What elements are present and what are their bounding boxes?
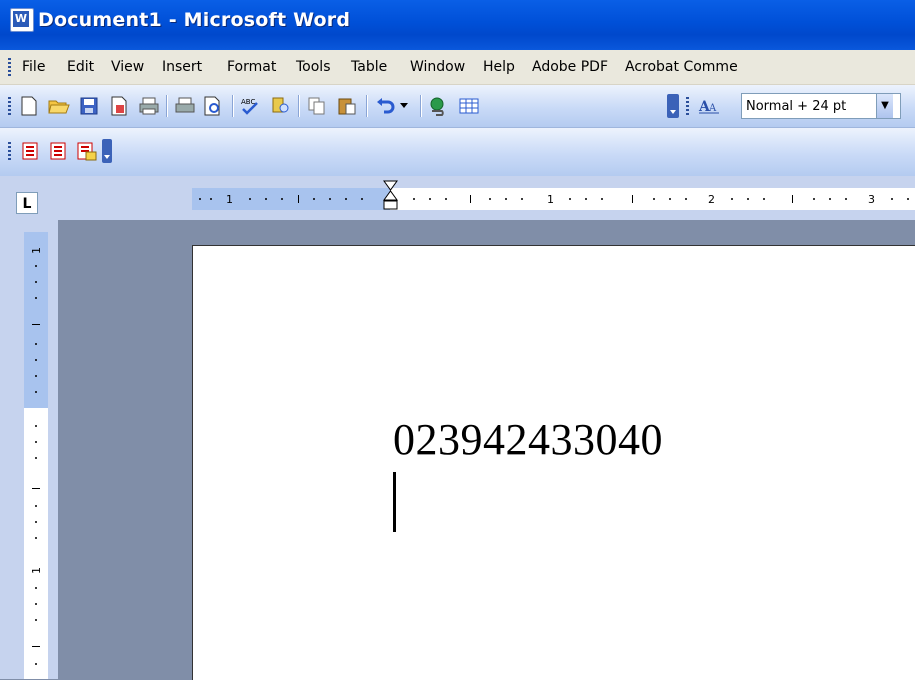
menu-tools[interactable]: Tools	[296, 59, 331, 75]
menu-acrobat-comments[interactable]: Acrobat Comme	[625, 59, 738, 75]
text-cursor	[393, 472, 396, 532]
window-title: Document1 - Microsoft Word	[38, 9, 351, 31]
standard-toolbar: ABC AA Normal + 24 pt ▼	[0, 85, 915, 128]
vruler-label: 1	[30, 567, 43, 574]
ruler-label: 2	[708, 193, 715, 206]
print-icon[interactable]	[136, 93, 162, 119]
toolbar-separator	[298, 95, 299, 117]
title-bar[interactable]: W Document1 - Microsoft Word	[0, 0, 915, 50]
styles-and-formatting-icon[interactable]: AA	[696, 93, 722, 119]
ruler-label: 1	[547, 193, 554, 206]
menu-edit[interactable]: Edit	[67, 59, 94, 75]
indent-marker-icon[interactable]	[383, 180, 399, 220]
insert-table-icon[interactable]	[456, 93, 482, 119]
style-select-value: Normal + 24 pt	[746, 99, 847, 114]
menu-file[interactable]: File	[22, 59, 45, 75]
svg-text:A: A	[708, 103, 717, 114]
menubar-grip-icon[interactable]	[8, 58, 11, 76]
vruler-label: 1	[30, 247, 43, 254]
pdf-toolbar	[0, 128, 915, 177]
menu-adobe-pdf[interactable]: Adobe PDF	[532, 59, 608, 75]
paste-icon[interactable]	[334, 93, 360, 119]
document-page[interactable]: 023942433040	[192, 245, 915, 680]
ruler-label: 3	[868, 193, 875, 206]
undo-icon[interactable]	[372, 93, 398, 119]
convert-and-review-icon[interactable]	[74, 138, 100, 164]
menu-insert[interactable]: Insert	[162, 59, 202, 75]
copy-icon[interactable]	[304, 93, 330, 119]
research-icon[interactable]	[268, 93, 294, 119]
vertical-ruler[interactable]: 1 1	[24, 232, 48, 679]
spelling-icon[interactable]: ABC	[238, 93, 264, 119]
new-icon[interactable]	[16, 93, 42, 119]
toolbar-separator	[232, 95, 233, 117]
menu-bar: File Edit View Insert Format Tools Table…	[0, 50, 915, 85]
format-toolbar-grip-icon[interactable]	[686, 97, 689, 115]
menu-format[interactable]: Format	[227, 59, 276, 75]
pdf-toolbar-options-icon[interactable]	[100, 138, 114, 164]
save-icon[interactable]	[76, 93, 102, 119]
toolbar-separator	[166, 95, 167, 117]
convert-to-pdf-icon[interactable]	[18, 138, 44, 164]
horizontal-ruler[interactable]: 1 1 2 3	[192, 188, 915, 210]
menu-window[interactable]: Window	[410, 59, 465, 75]
open-icon[interactable]	[46, 93, 72, 119]
menu-table[interactable]: Table	[351, 59, 387, 75]
toolbar-separator	[420, 95, 421, 117]
print-preview-page-icon[interactable]	[200, 93, 226, 119]
tab-selector-icon[interactable]: L	[16, 192, 38, 214]
toolbar-options-icon[interactable]	[666, 93, 680, 119]
menu-view[interactable]: View	[111, 59, 144, 75]
convert-and-email-icon[interactable]	[46, 138, 72, 164]
word-app-icon[interactable]: W	[10, 8, 34, 32]
document-text[interactable]: 023942433040	[393, 414, 663, 465]
style-dropdown-icon[interactable]: ▼	[876, 94, 893, 118]
menu-help[interactable]: Help	[483, 59, 515, 75]
toolbar-separator	[366, 95, 367, 117]
undo-dropdown-icon[interactable]	[396, 93, 412, 119]
svg-text:ABC: ABC	[241, 98, 255, 106]
print-preview-icon[interactable]	[172, 93, 198, 119]
permission-icon[interactable]	[106, 93, 132, 119]
ruler-label: 1	[226, 193, 233, 206]
toolbar-grip-icon[interactable]	[8, 97, 11, 115]
hyperlink-icon[interactable]	[426, 93, 452, 119]
pdf-toolbar-grip-icon[interactable]	[8, 142, 11, 160]
